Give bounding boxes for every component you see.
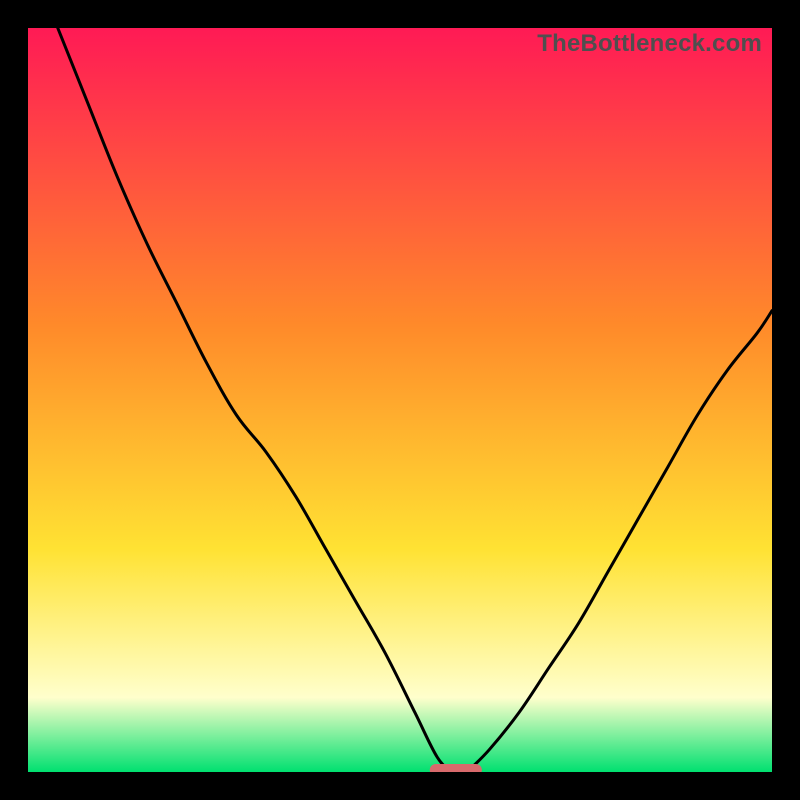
chart-svg (28, 28, 772, 772)
plot-area: TheBottleneck.com (28, 28, 772, 772)
watermark-text: TheBottleneck.com (537, 30, 762, 58)
minimum-marker (430, 764, 482, 772)
chart-frame: TheBottleneck.com (0, 0, 800, 800)
gradient-background (28, 28, 772, 772)
